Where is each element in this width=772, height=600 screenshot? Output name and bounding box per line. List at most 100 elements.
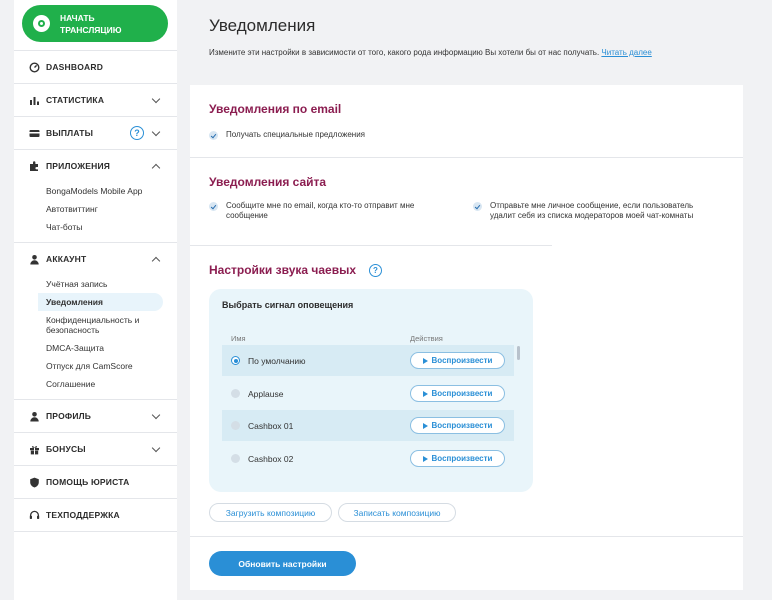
tip-sound-heading: Настройки звука чаевых [209, 263, 356, 277]
radio-selected[interactable] [231, 356, 240, 365]
radio[interactable] [231, 389, 240, 398]
play-button[interactable]: Воспроизвести [410, 352, 505, 369]
chevron-down-icon [151, 443, 161, 453]
sidebar-item-label: ПОМОЩЬ ЮРИСТА [46, 477, 130, 487]
account-submenu: Учётная запись Уведомления Конфиденциаль… [14, 275, 177, 399]
column-header-actions: Действия [410, 334, 443, 343]
chevron-down-icon [151, 94, 161, 104]
sidebar-item-bonuses[interactable]: БОНУСЫ [14, 433, 177, 465]
puzzle-icon [29, 160, 40, 172]
sidebar-item-privacy[interactable]: Конфиденциальность и безопасность [14, 311, 163, 339]
email-on-message-checkbox[interactable]: Сообщите мне по email, когда кто-то отпр… [209, 201, 449, 221]
sidebar-item-agreement[interactable]: Соглашение [14, 375, 163, 393]
play-button[interactable]: Воспроизвести [410, 385, 505, 402]
read-more-link[interactable]: Читать далее [601, 48, 651, 57]
radio[interactable] [231, 421, 240, 430]
sound-name: По умолчанию [248, 355, 306, 366]
sidebar-item-notifications[interactable]: Уведомления [38, 293, 163, 311]
check-icon [209, 131, 218, 140]
sound-name: Applause [248, 388, 284, 399]
sidebar-item-label: БОНУСЫ [46, 444, 86, 454]
sidebar: НАЧАТЬ ТРАНСЛЯЦИЮ DASHBOARD СТАТИСТИКА В… [14, 0, 177, 600]
sound-row[interactable]: По умолчанию Воспроизвести [222, 345, 514, 376]
divider [190, 536, 743, 537]
play-icon [422, 357, 428, 364]
play-button[interactable]: Воспроизвести [410, 417, 505, 434]
sound-name: Cashbox 01 [248, 420, 294, 431]
check-icon [473, 202, 482, 211]
webcam-icon [33, 15, 50, 32]
sidebar-item-support[interactable]: ТЕХПОДДЕРЖКА [14, 499, 177, 531]
radio[interactable] [231, 454, 240, 463]
checkbox-label: Отправьте мне личное сообщение, если пол… [490, 201, 694, 220]
sidebar-item-label: ПРИЛОЖЕНИЯ [46, 161, 111, 171]
sidebar-item-label: ПРОФИЛЬ [46, 411, 92, 421]
sidebar-item-mobile-app[interactable]: BongaModels Mobile App [14, 182, 163, 200]
divider [190, 245, 552, 246]
sidebar-item-label: ВЫПЛАТЫ [46, 128, 94, 138]
panel-title: Выбрать сигнал оповещения [222, 300, 354, 310]
sidebar-item-profile[interactable]: ПРОФИЛЬ [14, 400, 177, 432]
sound-name: Cashbox 02 [248, 453, 294, 464]
checkbox-label: Сообщите мне по email, когда кто-то отпр… [226, 201, 415, 220]
sidebar-item-dmca[interactable]: DMCA-Защита [14, 339, 163, 357]
chevron-up-icon [151, 163, 161, 173]
special-offers-checkbox[interactable]: Получать специальные предложения [209, 130, 365, 140]
divider [190, 157, 743, 158]
sidebar-item-camscore-vacation[interactable]: Отпуск для CamScore [14, 357, 163, 375]
settings-card: Уведомления по email Получать специальны… [190, 85, 743, 590]
applications-submenu: BongaModels Mobile App Автотвиттинг Чат-… [14, 182, 177, 242]
sidebar-item-lawyer-help[interactable]: ПОМОЩЬ ЮРИСТА [14, 466, 177, 498]
sidebar-item-applications[interactable]: ПРИЛОЖЕНИЯ [14, 150, 177, 182]
page-title: Уведомления [209, 16, 316, 35]
sidebar-menu: DASHBOARD СТАТИСТИКА ВЫПЛАТЫ ? ПРИЛОЖЕНИ… [14, 50, 177, 532]
scrollbar-thumb[interactable] [517, 346, 520, 360]
chevron-down-icon [151, 410, 161, 420]
sidebar-item-label: ТЕХПОДДЕРЖКА [46, 510, 120, 520]
record-track-button[interactable]: Записать композицию [338, 503, 456, 522]
sidebar-item-label: DASHBOARD [46, 62, 104, 72]
help-icon[interactable]: ? [130, 126, 144, 140]
sidebar-item-payouts[interactable]: ВЫПЛАТЫ ? [14, 117, 177, 149]
alert-sound-panel: Выбрать сигнал оповещения Имя Действия П… [209, 289, 533, 492]
check-icon [209, 202, 218, 211]
speedometer-icon [29, 61, 40, 73]
start-broadcast-label: НАЧАТЬ ТРАНСЛЯЦИЮ [60, 12, 122, 35]
upload-track-button[interactable]: Загрузить композицию [209, 503, 332, 522]
moderator-removed-checkbox[interactable]: Отправьте мне личное сообщение, если пол… [473, 201, 713, 221]
person-icon [29, 411, 40, 422]
sidebar-item-label: СТАТИСТИКА [46, 95, 105, 105]
sound-row[interactable]: Cashbox 01 Воспроизвести [222, 410, 514, 441]
list-scrollbar[interactable] [517, 346, 520, 476]
sidebar-item-label: АККАУНТ [46, 254, 87, 264]
headset-icon [29, 510, 40, 521]
shield-icon [29, 477, 40, 488]
wallet-icon [29, 128, 40, 139]
chevron-down-icon [151, 127, 161, 137]
sidebar-item-autotweeting[interactable]: Автотвиттинг [14, 200, 163, 218]
sound-row[interactable]: Applause Воспроизвести [222, 378, 514, 409]
checkbox-label: Получать специальные предложения [226, 130, 366, 139]
chevron-up-icon [151, 256, 161, 266]
sidebar-item-account[interactable]: АККАУНТ [14, 243, 177, 275]
play-icon [422, 455, 428, 462]
sidebar-item-account-record[interactable]: Учётная запись [14, 275, 163, 293]
sound-row[interactable]: Cashbox 02 Воспроизвести [222, 443, 514, 474]
sidebar-item-chatbots[interactable]: Чат-боты [14, 218, 163, 236]
play-button[interactable]: Воспроизвести [410, 450, 505, 467]
gift-icon [29, 444, 40, 455]
play-icon [422, 422, 428, 429]
update-settings-button[interactable]: Обновить настройки [209, 551, 356, 576]
column-header-name: Имя [231, 334, 246, 343]
start-broadcast-button[interactable]: НАЧАТЬ ТРАНСЛЯЦИЮ [22, 5, 168, 42]
site-notifications-heading: Уведомления сайта [209, 175, 327, 189]
bar-chart-icon [29, 95, 40, 106]
sidebar-item-dashboard[interactable]: DASHBOARD [14, 51, 177, 83]
page-description: Измените эти настройки в зависимости от … [209, 47, 709, 60]
description-text: Измените эти настройки в зависимости от … [209, 48, 600, 57]
email-notifications-heading: Уведомления по email [209, 102, 342, 116]
user-icon [29, 254, 40, 265]
play-icon [422, 390, 428, 397]
sidebar-item-statistics[interactable]: СТАТИСТИКА [14, 84, 177, 116]
help-icon[interactable]: ? [369, 264, 382, 277]
